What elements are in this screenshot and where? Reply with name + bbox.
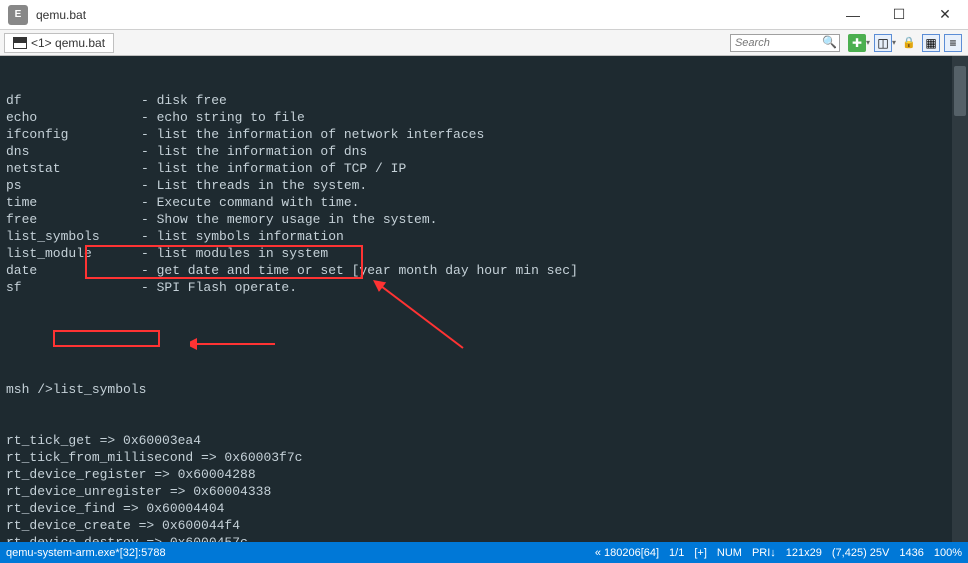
command-name: free <box>6 211 141 228</box>
prompt-line: msh />list_symbols <box>6 381 962 398</box>
dropdown-icon[interactable]: ▾ <box>892 38 896 47</box>
command-row: free- Show the memory usage in the syste… <box>6 211 962 228</box>
output-line: rt_device_register => 0x60004288 <box>6 466 962 483</box>
status-path: qemu-system-arm.exe*[32]:5788 <box>6 547 585 559</box>
tab-qemu[interactable]: <1> qemu.bat <box>4 33 114 53</box>
console-icon <box>13 37 27 49</box>
command-name: time <box>6 194 141 211</box>
buffer-button[interactable]: ≡ <box>944 34 962 52</box>
output-line: rt_device_find => 0x60004404 <box>6 500 962 517</box>
status-item: 1/1 <box>669 547 684 559</box>
command-desc: - list the information of TCP / IP <box>141 161 406 176</box>
command-row: ifconfig- list the information of networ… <box>6 126 962 143</box>
status-item: 1436 <box>899 547 923 559</box>
command-row: list_symbols- list symbols information <box>6 228 962 245</box>
status-item: 100% <box>934 547 962 559</box>
command-name: echo <box>6 109 141 126</box>
command-name: sf <box>6 279 141 296</box>
command-name: dns <box>6 143 141 160</box>
close-button[interactable]: ✕ <box>922 0 968 30</box>
tab-label: <1> qemu.bat <box>31 36 105 50</box>
command-name: date <box>6 262 141 279</box>
command-desc: - SPI Flash operate. <box>141 280 297 295</box>
command-row: date- get date and time or set [year mon… <box>6 262 962 279</box>
output-line: rt_tick_from_millisecond => 0x60003f7c <box>6 449 962 466</box>
new-button[interactable]: ✚ <box>848 34 866 52</box>
app-icon: E <box>8 5 28 25</box>
command-row: df- disk free <box>6 92 962 109</box>
command-row: netstat- list the information of TCP / I… <box>6 160 962 177</box>
output-line: rt_device_create => 0x600044f4 <box>6 517 962 534</box>
titlebar: E qemu.bat — ☐ ✕ <box>0 0 968 30</box>
minimize-button[interactable]: — <box>830 0 876 30</box>
command-row: time- Execute command with time. <box>6 194 962 211</box>
scrollbar-thumb[interactable] <box>954 66 966 116</box>
command-desc: - list symbols information <box>141 229 344 244</box>
command-desc: - disk free <box>141 93 227 108</box>
scrollbar[interactable] <box>952 56 968 542</box>
command-desc: - List threads in the system. <box>141 178 367 193</box>
command-row: list_module- list modules in system <box>6 245 962 262</box>
search-icon[interactable]: 🔍 <box>822 35 837 49</box>
command-name: list_symbols <box>6 228 141 245</box>
output-line: rt_device_unregister => 0x60004338 <box>6 483 962 500</box>
status-item: PRI↓ <box>752 547 776 559</box>
command-name: ps <box>6 177 141 194</box>
command-name: netstat <box>6 160 141 177</box>
search-wrap: 🔍 <box>730 33 840 52</box>
split-button[interactable]: ◫ <box>874 34 892 52</box>
layout-button[interactable]: ▦ <box>922 34 940 52</box>
command-desc: - list modules in system <box>141 246 328 261</box>
command-desc: - get date and time or set [year month d… <box>141 263 578 278</box>
command-name: df <box>6 92 141 109</box>
command-row: echo- echo string to file <box>6 109 962 126</box>
command-row: dns- list the information of dns <box>6 143 962 160</box>
command-desc: - Show the memory usage in the system. <box>141 212 437 227</box>
lock-button[interactable] <box>900 34 918 52</box>
output-line: rt_tick_get => 0x60003ea4 <box>6 432 962 449</box>
command-desc: - echo string to file <box>141 110 305 125</box>
statusbar: qemu-system-arm.exe*[32]:5788 « 180206[6… <box>0 542 968 563</box>
command-desc: - list the information of network interf… <box>141 127 484 142</box>
command-name: ifconfig <box>6 126 141 143</box>
terminal[interactable]: df- disk freeecho- echo string to fileif… <box>0 56 968 542</box>
command-row: sf- SPI Flash operate. <box>6 279 962 296</box>
toolbar: <1> qemu.bat 🔍 ✚ ▾ ◫ ▾ ▦ ≡ <box>0 30 968 56</box>
command-row: ps- List threads in the system. <box>6 177 962 194</box>
window-title: qemu.bat <box>36 8 830 22</box>
maximize-button[interactable]: ☐ <box>876 0 922 30</box>
status-item: (7,425) 25V <box>832 547 889 559</box>
window-controls: — ☐ ✕ <box>830 0 968 30</box>
status-item: NUM <box>717 547 742 559</box>
command-desc: - Execute command with time. <box>141 195 359 210</box>
output-line: rt_device_destroy => 0x6000457c <box>6 534 962 542</box>
command-name: list_module <box>6 245 141 262</box>
command-desc: - list the information of dns <box>141 144 367 159</box>
status-item: 121x29 <box>786 547 822 559</box>
dropdown-icon[interactable]: ▾ <box>866 38 870 47</box>
status-item: [+] <box>694 547 707 559</box>
status-item: « 180206[64] <box>595 547 659 559</box>
